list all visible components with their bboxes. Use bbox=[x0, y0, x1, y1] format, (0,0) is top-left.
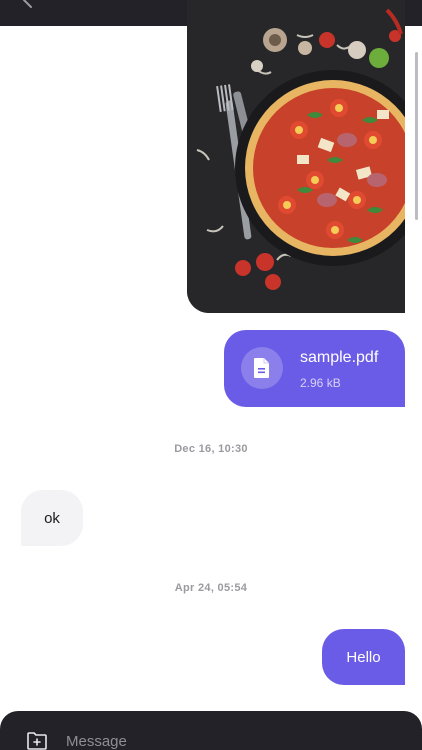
document-icon bbox=[254, 358, 269, 378]
file-icon-circle bbox=[241, 347, 283, 389]
pizza-photo bbox=[187, 0, 405, 313]
file-size: 2.96 kB bbox=[300, 376, 341, 390]
date-separator: Dec 16, 10:30 bbox=[174, 443, 248, 455]
message-text: ok bbox=[44, 509, 60, 527]
file-name: sample.pdf bbox=[300, 349, 379, 366]
outgoing-message[interactable]: Hello bbox=[322, 629, 405, 685]
folder-plus-icon[interactable] bbox=[26, 731, 48, 750]
message-composer bbox=[0, 711, 422, 750]
image-message[interactable] bbox=[187, 0, 405, 313]
message-text: Hello bbox=[346, 648, 381, 666]
file-message[interactable]: sample.pdf 2.96 kB bbox=[224, 330, 405, 407]
date-separator: Apr 24, 05:54 bbox=[174, 582, 248, 594]
message-input[interactable] bbox=[66, 733, 366, 750]
incoming-message[interactable]: ok bbox=[21, 490, 83, 546]
scrollbar[interactable] bbox=[415, 52, 418, 220]
